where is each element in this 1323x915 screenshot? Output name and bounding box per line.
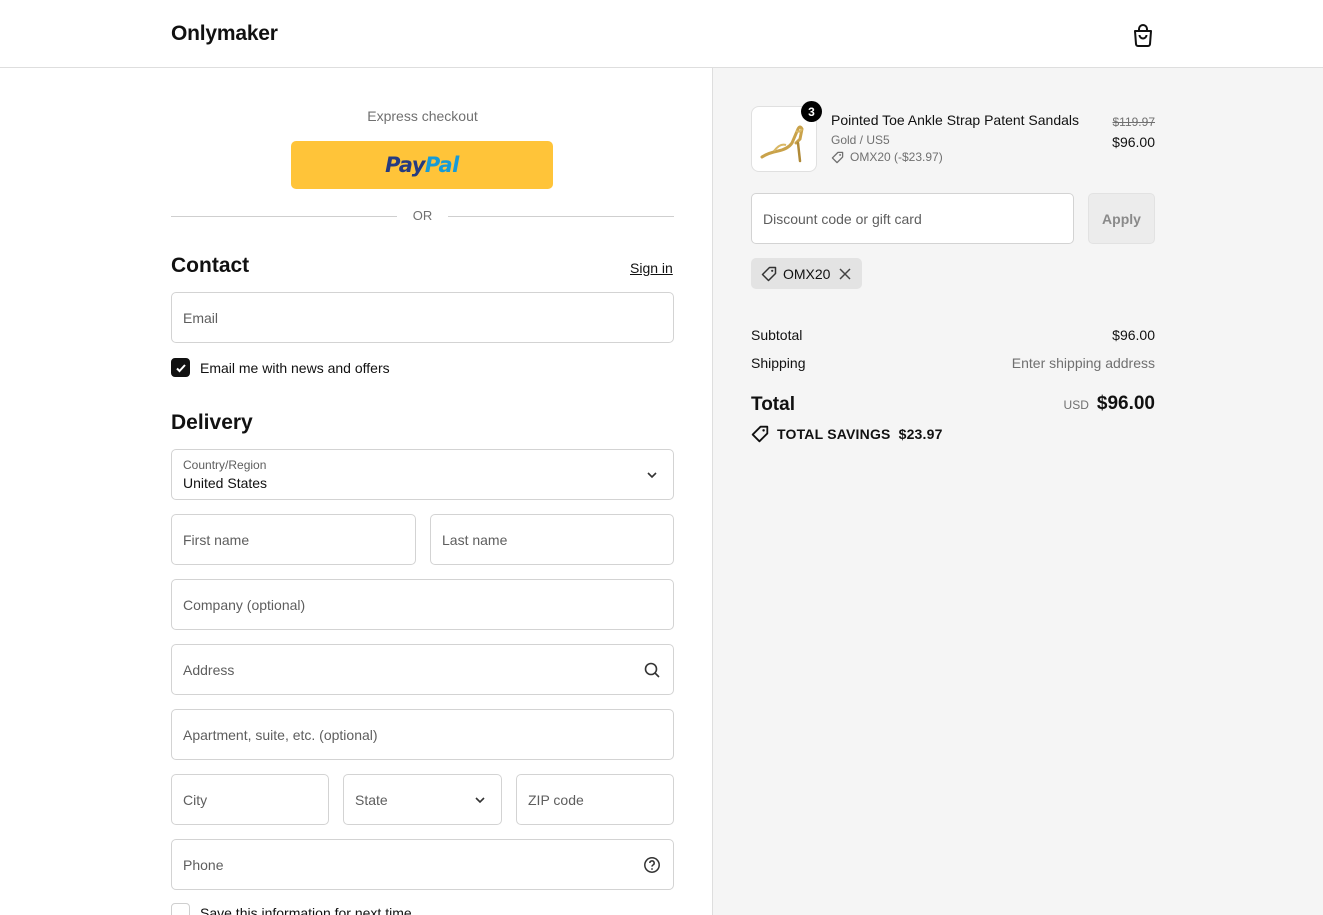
- apartment-field[interactable]: Apartment, suite, etc. (optional): [171, 709, 674, 760]
- close-icon[interactable]: [838, 267, 852, 281]
- zip-field[interactable]: ZIP code: [516, 774, 674, 825]
- save-info-label: Save this information for next time: [200, 904, 412, 915]
- or-divider: OR: [171, 208, 674, 226]
- phone-placeholder: Phone: [183, 856, 224, 873]
- original-price: $119.97: [1112, 115, 1156, 129]
- total-amount: $96.00: [1096, 393, 1155, 414]
- city-field[interactable]: City: [171, 774, 329, 825]
- country-select[interactable]: Country/Region United States: [171, 449, 674, 500]
- paypal-button[interactable]: PayPal: [291, 141, 553, 189]
- header: Onlymaker: [0, 0, 1323, 68]
- delivery-title: Delivery: [171, 411, 253, 434]
- shipping-value: Enter shipping address: [1011, 355, 1155, 371]
- total-savings: TOTAL SAVINGS $23.97: [751, 425, 943, 443]
- country-label: Country/Region: [183, 458, 267, 472]
- country-value: United States: [183, 475, 268, 491]
- tag-icon: [831, 151, 844, 163]
- brand-logo[interactable]: Onlymaker: [171, 22, 278, 46]
- product-discount: OMX20 (-$23.97): [831, 150, 943, 164]
- state-placeholder: State: [355, 791, 388, 808]
- email-placeholder: Email: [183, 309, 219, 326]
- subtotal-value: $96.00: [1112, 327, 1155, 343]
- newsletter-checkbox[interactable]: [171, 358, 190, 377]
- sign-in-link[interactable]: Sign in: [630, 260, 673, 276]
- address-field[interactable]: Address: [171, 644, 674, 695]
- apartment-placeholder: Apartment, suite, etc. (optional): [183, 726, 378, 743]
- chevron-down-icon: [647, 471, 657, 478]
- shopping-bag-icon: [1134, 24, 1152, 47]
- email-field[interactable]: Email: [171, 292, 674, 343]
- search-icon: [644, 662, 660, 678]
- tag-icon: [751, 425, 769, 443]
- company-placeholder: Company (optional): [183, 596, 306, 613]
- contact-title: Contact: [171, 254, 250, 277]
- city-placeholder: City: [183, 791, 208, 808]
- currency-code: USD: [1063, 398, 1089, 412]
- discounted-price: $96.00: [1112, 134, 1155, 150]
- address-placeholder: Address: [183, 661, 235, 678]
- checkmark-icon: [175, 363, 186, 372]
- company-field[interactable]: Company (optional): [171, 579, 674, 630]
- phone-field[interactable]: Phone: [171, 839, 674, 890]
- save-info-row: Save this information for next time: [171, 903, 412, 915]
- total-value: USD $96.00: [1064, 393, 1155, 415]
- subtotal-label: Subtotal: [751, 327, 803, 343]
- quantity-badge: 3: [801, 101, 822, 122]
- newsletter-label: Email me with news and offers: [200, 359, 390, 376]
- product-variant: Gold / US5: [831, 133, 890, 147]
- help-icon[interactable]: [643, 856, 661, 874]
- product-name: Pointed Toe Ankle Strap Patent Sandals: [831, 112, 1080, 128]
- first-name-field[interactable]: First name: [171, 514, 416, 565]
- tag-icon: [761, 266, 777, 281]
- state-select[interactable]: State: [343, 774, 502, 825]
- discount-placeholder: Discount code or gift card: [763, 210, 922, 227]
- applied-discount-tag: OMX20: [751, 258, 863, 289]
- zip-placeholder: ZIP code: [528, 791, 584, 808]
- first-name-placeholder: First name: [183, 531, 250, 548]
- savings-amount: $23.97: [898, 426, 943, 442]
- product-discount-text: OMX20 (-$23.97): [850, 150, 943, 164]
- applied-code: OMX20: [783, 265, 831, 282]
- chevron-down-icon: [475, 796, 485, 803]
- total-label: Total: [751, 394, 795, 415]
- apply-button[interactable]: Apply: [1088, 193, 1155, 244]
- paypal-logo: PayPal: [385, 153, 459, 177]
- last-name-field[interactable]: Last name: [430, 514, 674, 565]
- shipping-label: Shipping: [751, 355, 806, 371]
- save-info-checkbox[interactable]: [171, 903, 190, 915]
- newsletter-row: Email me with news and offers: [171, 358, 390, 377]
- express-checkout-label: Express checkout: [367, 108, 478, 124]
- savings-label: TOTAL SAVINGS: [777, 426, 891, 442]
- discount-code-input[interactable]: Discount code or gift card: [751, 193, 1074, 244]
- last-name-placeholder: Last name: [442, 531, 508, 548]
- cart-button[interactable]: [1130, 22, 1156, 48]
